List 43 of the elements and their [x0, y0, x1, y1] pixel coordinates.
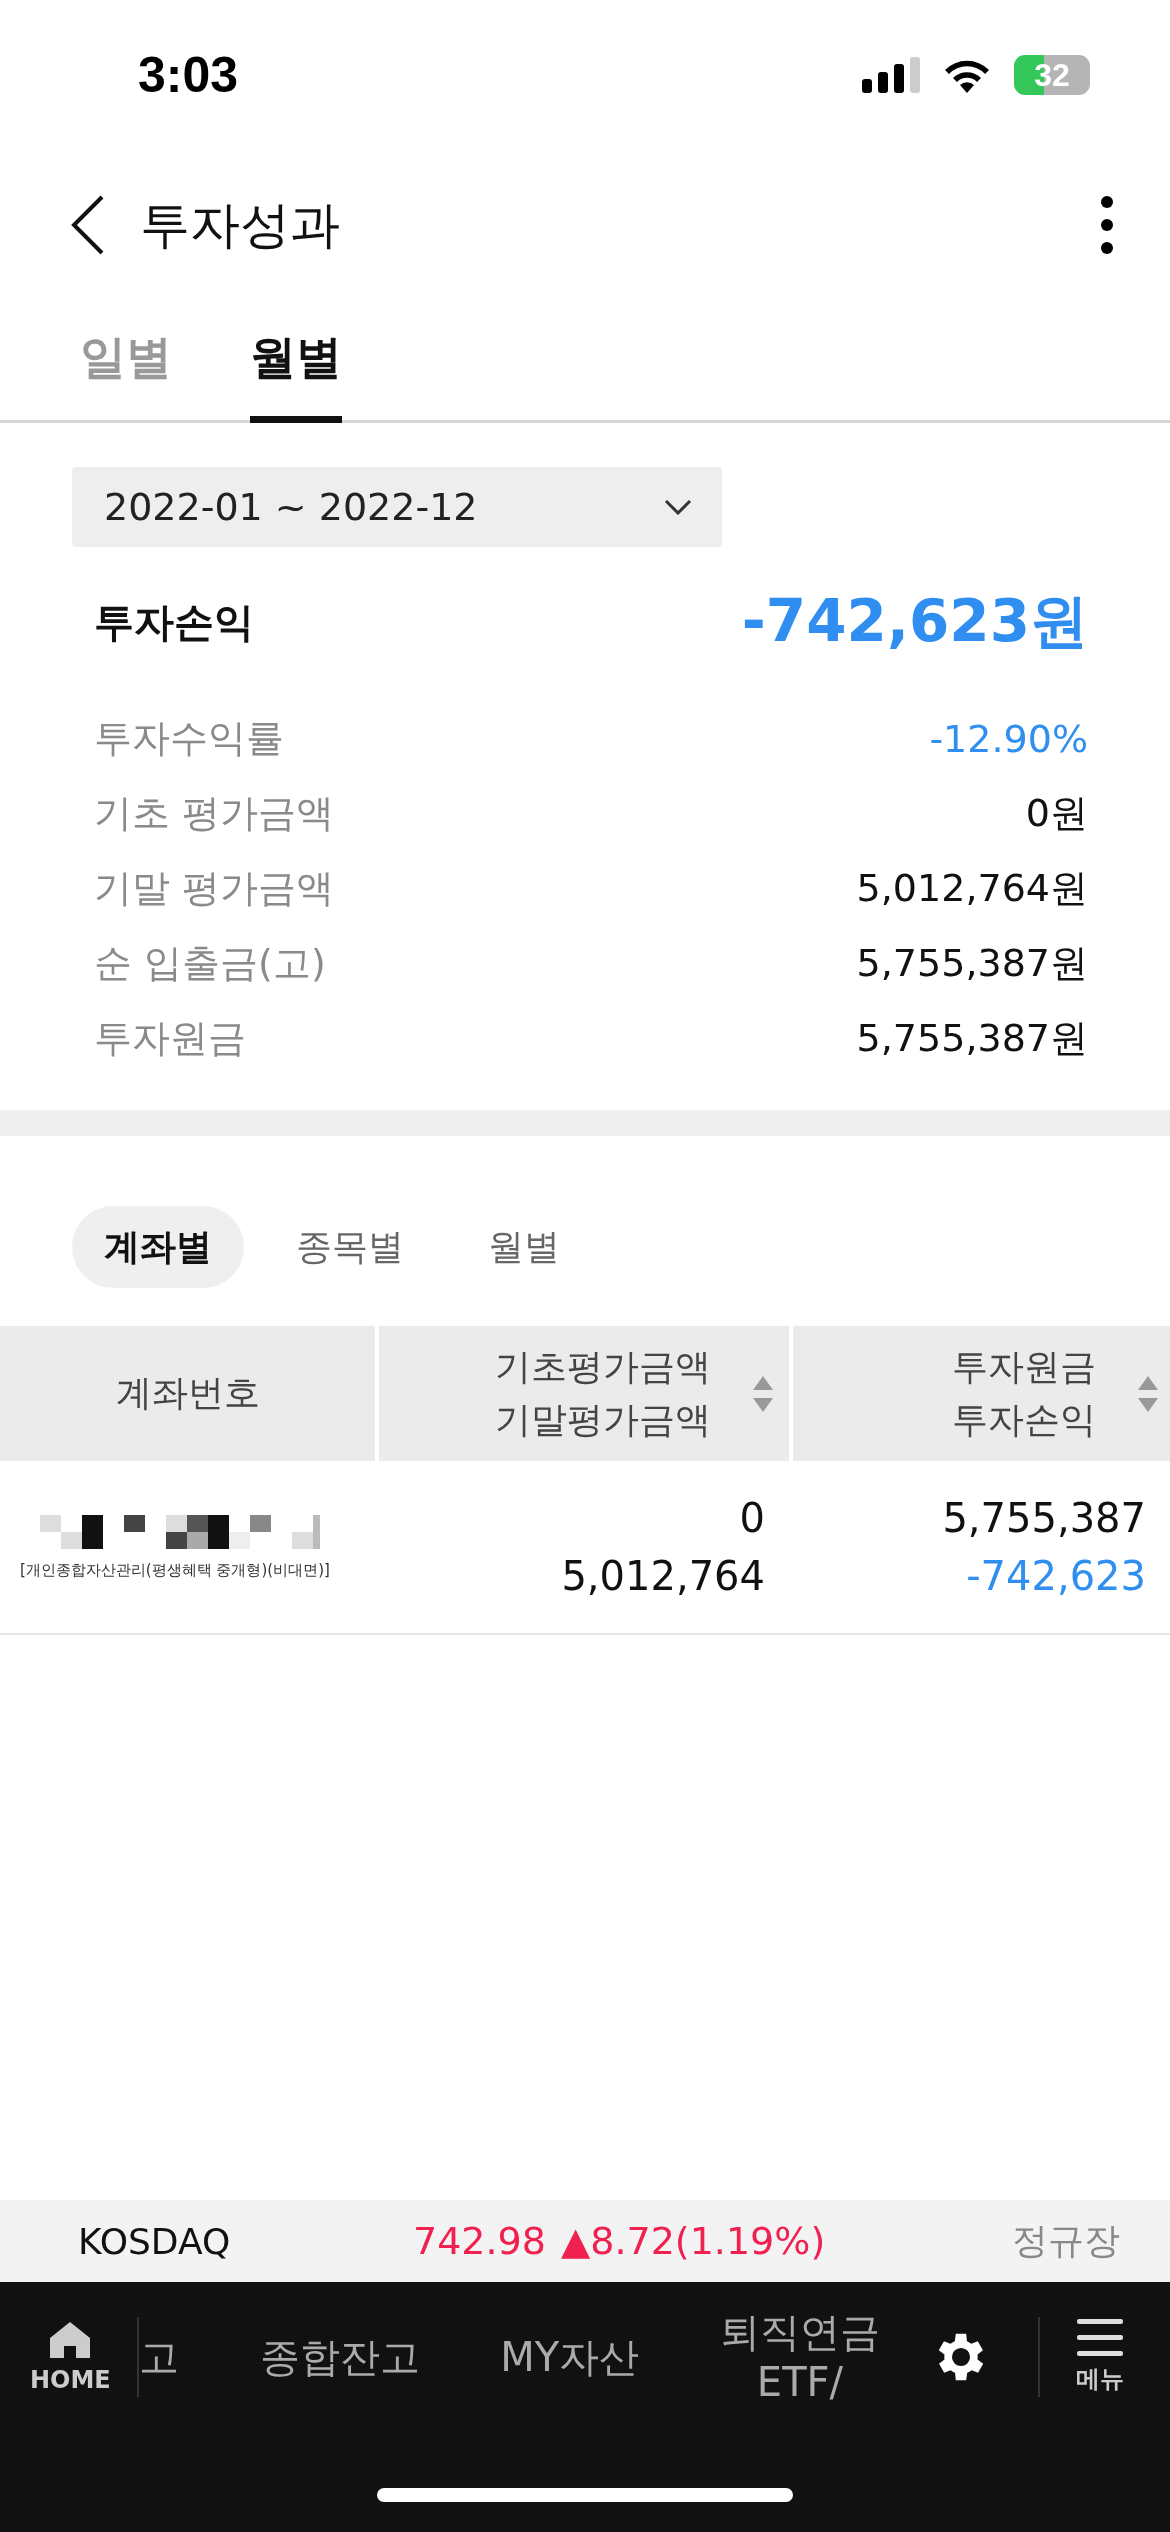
- more-icon[interactable]: [1100, 195, 1114, 255]
- status-time: 3:03: [138, 46, 239, 104]
- detail-value: 5,755,387원: [856, 940, 1088, 987]
- table-cell: 0: [739, 1495, 765, 1541]
- home-icon: [48, 2320, 93, 2360]
- column-header[interactable]: 투자원금 투자손익: [793, 1326, 1170, 1461]
- table-cell: 5,755,387: [942, 1495, 1146, 1541]
- chevron-down-icon: [664, 499, 692, 515]
- detail-value: 5,012,764원: [856, 865, 1088, 912]
- detail-label: 투자수익률: [94, 715, 284, 762]
- nav-item[interactable]: 고: [138, 2332, 179, 2382]
- profit-label: 투자손익: [94, 597, 254, 647]
- back-icon[interactable]: [70, 195, 106, 255]
- account-type: [개인종합자산관리(평생혜택 중개형)(비대면)]: [20, 1560, 330, 1580]
- column-header[interactable]: 기초평가금액 기말평가금액: [379, 1326, 789, 1461]
- home-button[interactable]: HOME: [30, 2320, 111, 2394]
- period-dropdown[interactable]: 2022-01 ~ 2022-12: [72, 467, 722, 547]
- page-title: 투자성과: [140, 194, 341, 256]
- detail-value: -12.90%: [929, 716, 1088, 761]
- detail-label: 투자원금: [94, 1015, 246, 1062]
- detail-value: 5,755,387원: [856, 1015, 1088, 1062]
- profit-value: -742,623원: [741, 586, 1088, 657]
- detail-value: 0원: [1025, 790, 1088, 837]
- signal-icon: [862, 57, 920, 93]
- table-cell: 5,012,764: [561, 1553, 765, 1599]
- period-tab[interactable]: 월별: [250, 300, 342, 423]
- column-header: 계좌번호: [0, 1326, 375, 1461]
- index-name: KOSDAQ: [78, 2220, 232, 2262]
- nav-item[interactable]: 퇴직연금 ETF/: [719, 2307, 880, 2407]
- nav-item[interactable]: 종합잔고: [259, 2332, 420, 2382]
- market-session: 정규장: [1012, 2218, 1120, 2263]
- detail-label: 기말 평가금액: [94, 865, 335, 912]
- menu-button[interactable]: 메뉴: [1076, 2319, 1124, 2395]
- segment-tab[interactable]: 종목별: [264, 1206, 436, 1288]
- nav-item[interactable]: MY자산: [500, 2332, 640, 2382]
- menu-icon: [1077, 2319, 1123, 2357]
- detail-label: 기초 평가금액: [94, 790, 335, 837]
- segment-tab[interactable]: 계좌별: [72, 1206, 244, 1288]
- index-change: ▲8.72(1.19%): [561, 2219, 827, 2263]
- segment-tab[interactable]: 월별: [456, 1206, 592, 1288]
- table-cell: -742,623: [966, 1553, 1146, 1599]
- detail-label: 순 입출금(고): [94, 940, 326, 987]
- index-price: 742.98: [413, 2219, 547, 2263]
